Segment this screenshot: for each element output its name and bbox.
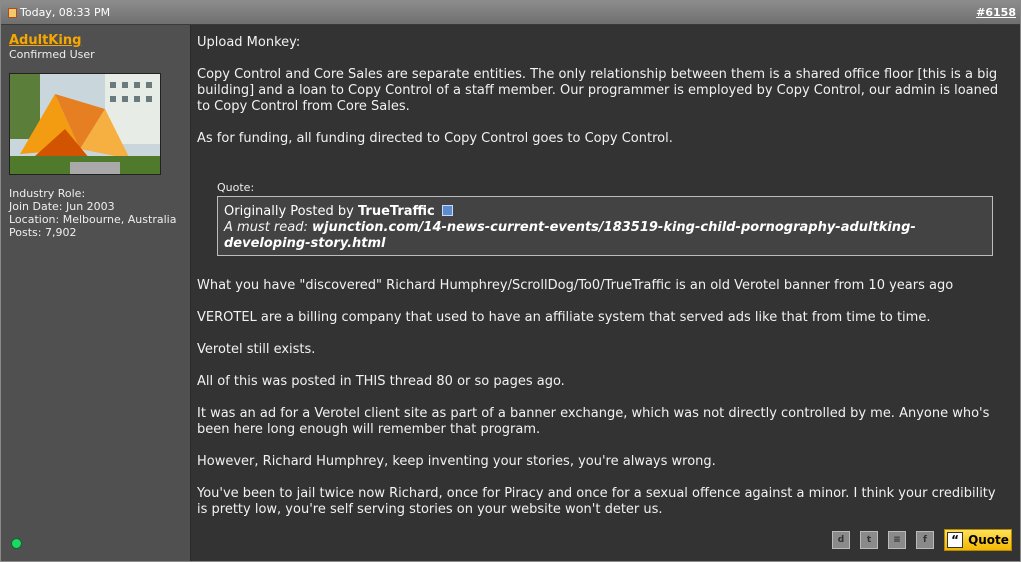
quote-button[interactable]: “ Quote bbox=[944, 529, 1012, 551]
quote-text: A must read: wjunction.com/14-news-curre… bbox=[224, 220, 984, 252]
post-paragraph: VEROTEL are a billing company that used … bbox=[197, 310, 931, 325]
quote-button-label: Quote bbox=[968, 533, 1009, 547]
post-paragraph: All of this was posted in THIS thread 80… bbox=[197, 374, 565, 389]
quote-label: Quote: bbox=[217, 181, 255, 194]
post-paragraph: It was an ad for a Verotel client site a… bbox=[197, 406, 990, 437]
post-paragraph: As for funding, all funding directed to … bbox=[197, 131, 673, 146]
view-post-icon[interactable] bbox=[441, 205, 453, 216]
quote-author: TrueTraffic bbox=[357, 204, 435, 219]
post-number-link[interactable]: #6158 bbox=[976, 6, 1016, 19]
delicious-icon[interactable]: ≡ bbox=[888, 531, 906, 549]
quote-attribution: Originally Posted by TrueTraffic bbox=[224, 204, 453, 219]
avatar-image bbox=[10, 74, 160, 174]
quote-link[interactable]: wjunction.com/14-news-current-events/183… bbox=[224, 220, 916, 251]
quote-by-prefix: Originally Posted by bbox=[224, 204, 354, 219]
digg-icon[interactable]: d bbox=[832, 531, 850, 549]
facebook-icon[interactable]: f bbox=[916, 531, 934, 549]
username-link[interactable]: AdultKing bbox=[9, 33, 81, 48]
user-avatar[interactable] bbox=[9, 73, 161, 175]
post-date-text: Today, 08:33 PM bbox=[20, 6, 111, 19]
quote-text-prefix: A must read: bbox=[224, 220, 308, 235]
user-join-date: Join Date: Jun 2003 bbox=[9, 200, 115, 213]
quote-mark-icon: “ bbox=[947, 532, 964, 548]
online-status-icon bbox=[11, 538, 22, 549]
user-info: Industry Role: Join Date: Jun 2003 Locat… bbox=[9, 187, 176, 239]
post-date: Today, 08:33 PM bbox=[8, 6, 110, 19]
post-body: Upload Monkey: Copy Control and Core Sal… bbox=[197, 35, 1007, 147]
post-header: Today, 08:33 PM #6158 bbox=[1, 1, 1020, 25]
twitter-icon[interactable]: t bbox=[860, 531, 878, 549]
post-intro: Upload Monkey: bbox=[197, 35, 301, 50]
post-body-continued: What you have "discovered" Richard Humph… bbox=[197, 278, 1007, 518]
post-paragraph: Verotel still exists. bbox=[197, 342, 316, 357]
post-paragraph: You've been to jail twice now Richard, o… bbox=[197, 486, 996, 517]
post-paragraph: What you have "discovered" Richard Humph… bbox=[197, 278, 954, 293]
user-sidebar: AdultKing Confirmed User Industry Role: … bbox=[1, 25, 191, 561]
post-paragraph: Copy Control and Core Sales are separate… bbox=[197, 67, 999, 114]
post-status-icon bbox=[8, 7, 17, 18]
post-footer: d t ≡ f “ Quote bbox=[832, 529, 1012, 551]
quote-box: Originally Posted by TrueTraffic A must … bbox=[217, 196, 993, 256]
user-post-count: Posts: 7,902 bbox=[9, 226, 77, 239]
post-paragraph: However, Richard Humphrey, keep inventin… bbox=[197, 454, 716, 469]
forum-post: Today, 08:33 PM #6158 AdultKing Confirme… bbox=[0, 0, 1021, 562]
user-title: Confirmed User bbox=[9, 48, 95, 61]
user-location: Location: Melbourne, Australia bbox=[9, 213, 177, 226]
user-industry-role: Industry Role: bbox=[9, 187, 86, 200]
